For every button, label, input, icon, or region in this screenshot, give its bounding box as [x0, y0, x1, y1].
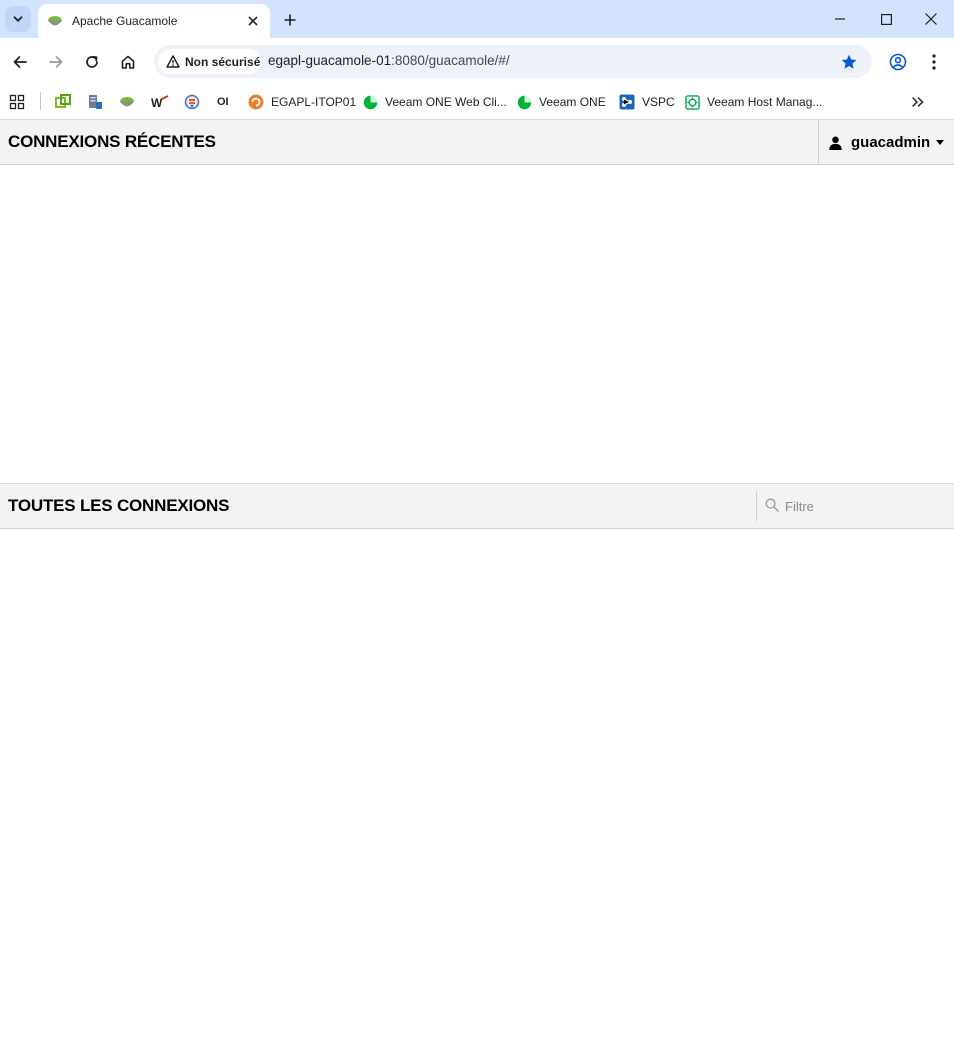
reload-button[interactable] — [78, 48, 106, 76]
search-icon — [765, 498, 779, 512]
bookmark-veeam-host-manager[interactable]: Veeam Host Manag... — [685, 90, 822, 114]
filter-input[interactable] — [785, 497, 945, 515]
warning-icon — [166, 55, 180, 68]
tab-search-button[interactable] — [5, 6, 31, 32]
oi-icon: OI — [217, 96, 229, 108]
more-bookmarks-button[interactable] — [911, 90, 925, 114]
plus-icon — [284, 14, 296, 26]
server-icon — [89, 95, 102, 109]
close-icon — [925, 13, 937, 25]
veeam-host-icon — [685, 94, 700, 110]
more-vertical-icon — [932, 54, 936, 70]
browser-tab-active[interactable]: Apache Guacamole — [38, 4, 270, 38]
home-icon — [121, 55, 135, 69]
recent-connections-list — [0, 165, 954, 483]
maximize-icon — [880, 13, 892, 25]
arrow-left-icon — [13, 56, 27, 68]
w-logo-icon: W — [151, 95, 169, 110]
tab-close-button[interactable] — [245, 13, 261, 29]
double-chevron-right-icon — [912, 97, 924, 107]
apps-button[interactable] — [9, 90, 25, 114]
caret-down-icon — [936, 140, 944, 145]
url-text[interactable]: egapl-guacamole-01:8080/guacamole/#/ — [268, 53, 510, 68]
url-host: egapl-guacamole-01 — [268, 53, 392, 68]
minimize-button[interactable] — [817, 0, 863, 38]
jenkins-icon — [184, 94, 200, 110]
forward-button[interactable] — [42, 48, 70, 76]
home-button[interactable] — [114, 48, 142, 76]
all-connections-list — [0, 529, 954, 1038]
browser-menu-button[interactable] — [920, 48, 948, 76]
bookmarks-separator — [40, 92, 41, 110]
bookmark-vsphere[interactable] — [55, 90, 71, 114]
veeam-one-icon — [363, 95, 378, 109]
user-icon — [829, 136, 842, 150]
bookmark-label: Veeam ONE Web Cli... — [385, 95, 507, 109]
svg-text:W: W — [151, 96, 163, 110]
bookmark-star-button[interactable] — [838, 51, 860, 73]
bookmark-label: EGAPL-ITOP01 — [271, 95, 357, 109]
all-connections-header: TOUTES LES CONNEXIONS — [0, 483, 954, 529]
veeam-one-icon — [517, 95, 532, 109]
close-icon — [248, 16, 258, 26]
security-label: Non sécurisé — [185, 54, 261, 69]
vsphere-icon — [55, 94, 71, 108]
bookmark-server[interactable] — [87, 90, 103, 114]
arrow-right-icon — [49, 56, 63, 68]
url-path: :8080/guacamole/#/ — [391, 53, 510, 68]
bookmarks-bar: W OI EGAPL-ITOP01 Veeam ONE Web Cli... V… — [0, 85, 954, 119]
connection-filter — [756, 491, 954, 521]
site-security-chip[interactable]: Non sécurisé — [158, 49, 261, 74]
recent-connections-header: CONNEXIONS RÉCENTES guacadmin — [0, 119, 954, 165]
address-bar[interactable]: Non sécurisé egapl-guacamole-01:8080/gua… — [154, 45, 872, 78]
bookmark-vspc[interactable]: VSPC — [619, 90, 675, 114]
browser-titlebar: Apache Guacamole — [0, 0, 954, 38]
guacamole-home-page: CONNEXIONS RÉCENTES guacadmin TOUTES LES… — [0, 119, 954, 1038]
username-label: guacadmin — [851, 134, 931, 151]
all-connections-title: TOUTES LES CONNEXIONS — [8, 496, 230, 515]
bookmark-oi[interactable]: OI — [217, 90, 229, 114]
chevron-down-icon — [13, 16, 23, 22]
new-tab-button[interactable] — [279, 9, 301, 31]
bookmark-label: Veeam Host Manag... — [707, 95, 823, 109]
itop-icon — [248, 94, 264, 110]
profile-button[interactable] — [884, 48, 912, 76]
bookmark-label: Veeam ONE — [539, 95, 606, 109]
close-window-button[interactable] — [908, 0, 954, 38]
guacamole-icon — [120, 97, 134, 107]
bookmark-jenkins[interactable] — [184, 90, 200, 114]
star-icon — [841, 54, 857, 69]
tab-title: Apache Guacamole — [72, 14, 178, 28]
back-button[interactable] — [6, 48, 34, 76]
bookmark-w[interactable]: W — [151, 90, 169, 114]
browser-toolbar: Non sécurisé egapl-guacamole-01:8080/gua… — [0, 38, 954, 85]
recent-connections-title: CONNEXIONS RÉCENTES — [8, 132, 216, 151]
bookmark-label: VSPC — [642, 95, 675, 109]
user-menu-button[interactable]: guacadmin — [818, 120, 954, 165]
minimize-icon — [835, 18, 845, 20]
guacamole-icon — [48, 16, 62, 26]
bookmark-veeam-one[interactable]: Veeam ONE — [517, 90, 606, 114]
maximize-button[interactable] — [863, 0, 909, 38]
vspc-icon — [619, 94, 635, 110]
bookmark-veeam-one-web-client[interactable]: Veeam ONE Web Cli... — [363, 90, 507, 114]
bookmark-egapl-itop01[interactable]: EGAPL-ITOP01 — [248, 90, 356, 114]
bookmark-guacamole[interactable] — [119, 90, 135, 114]
apps-grid-icon — [9, 94, 25, 110]
profile-icon — [889, 53, 907, 71]
reload-icon — [86, 55, 98, 68]
